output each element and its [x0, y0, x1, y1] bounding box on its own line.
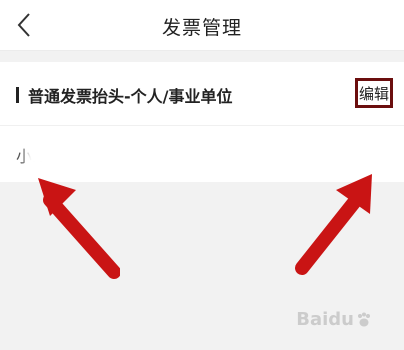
invoice-title-card: 普通发票抬头-个人/事业单位 小X [0, 62, 404, 182]
watermark-text: Baidu [296, 309, 354, 330]
paw-icon [358, 312, 370, 326]
section-header: 普通发票抬头-个人/事业单位 [16, 84, 233, 106]
edit-button[interactable]: 编辑 [355, 78, 393, 108]
page-title: 发票管理 [161, 17, 242, 39]
section-marker [16, 87, 19, 103]
top-nav-bar: 发票管理 [0, 0, 404, 51]
red-arrow-icon [295, 174, 372, 275]
red-arrow-icon [38, 178, 120, 279]
section-title: 普通发票抬头-个人/事业单位 [28, 87, 233, 106]
baidu-watermark: Baidu [296, 309, 372, 330]
blur-mask [26, 138, 50, 168]
